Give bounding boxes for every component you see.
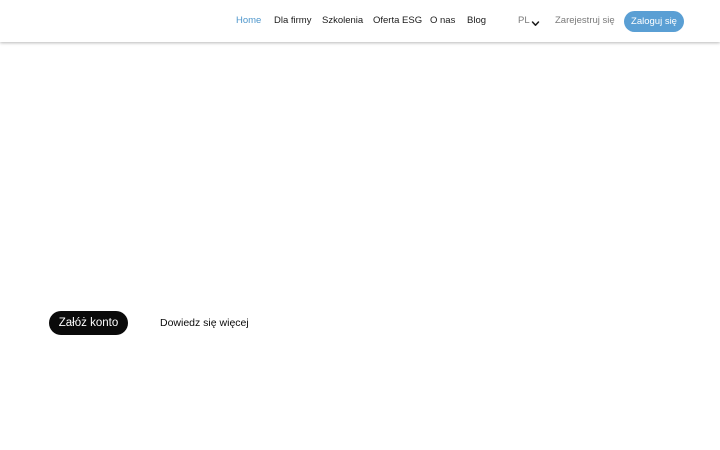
nav-item-o-nas[interactable]: O nas (430, 14, 455, 28)
page: Home Dla firmy Szkolenia Oferta ESG O na… (0, 0, 720, 450)
nav-item-szkolenia[interactable]: Szkolenia (322, 14, 363, 28)
chevron-down-icon (531, 16, 540, 26)
top-navigation-bar: Home Dla firmy Szkolenia Oferta ESG O na… (0, 0, 720, 42)
login-button[interactable]: Zaloguj się (624, 11, 684, 32)
nav-item-dla-firmy[interactable]: Dla firmy (274, 14, 311, 28)
create-account-button[interactable]: Załóż konto (49, 311, 128, 335)
nav-item-blog[interactable]: Blog (467, 14, 486, 28)
nav-item-home[interactable]: Home (236, 14, 261, 28)
register-link[interactable]: Zarejestruj się (555, 14, 615, 28)
language-label: PL (518, 15, 530, 26)
nav-item-oferta-esg[interactable]: Oferta ESG (373, 14, 422, 28)
learn-more-link[interactable]: Dowiedz się więcej (160, 316, 249, 330)
language-selector[interactable]: PL (518, 14, 540, 28)
